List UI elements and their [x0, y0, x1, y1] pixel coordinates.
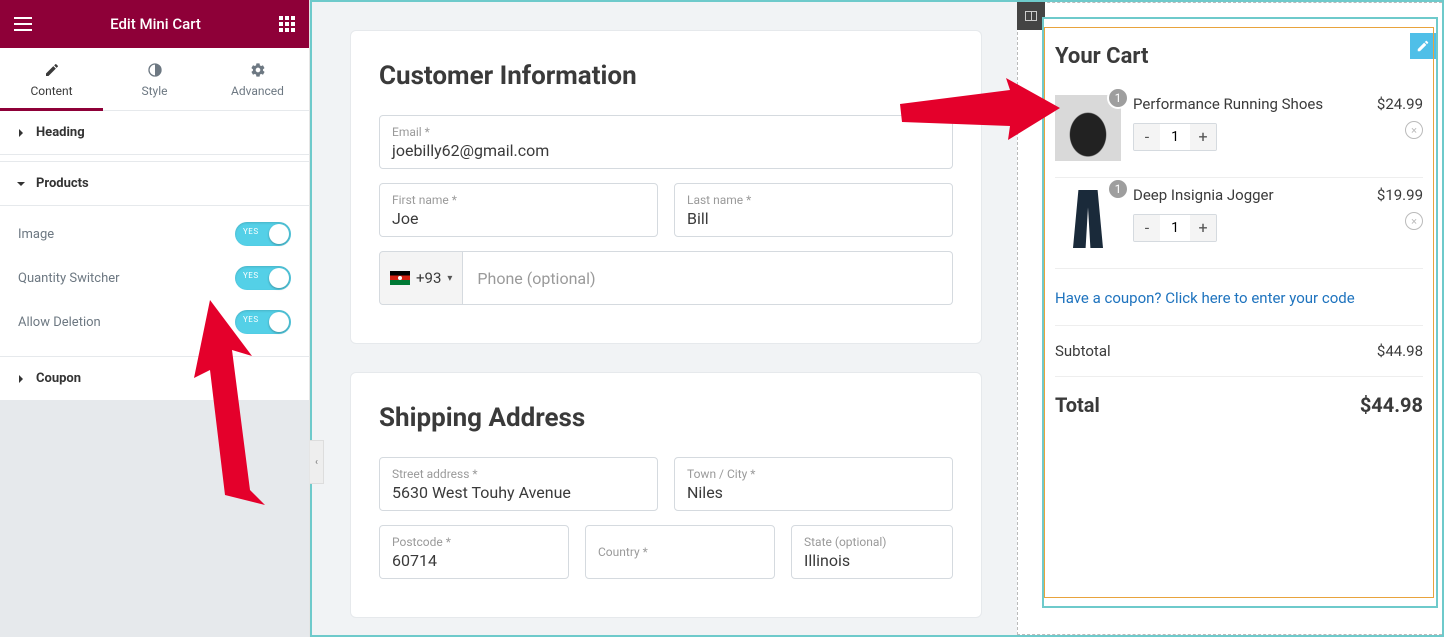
quantity-badge: 1	[1107, 178, 1129, 200]
qty-increase-button[interactable]: +	[1190, 215, 1216, 241]
control-quantity-switcher: Quantity Switcher YES	[0, 256, 309, 300]
section-coupon[interactable]: Coupon	[0, 356, 309, 401]
product-price: $24.99	[1377, 95, 1423, 113]
control-allow-deletion: Allow Deletion YES	[0, 300, 309, 344]
quantity-switcher: - 1 +	[1133, 123, 1217, 151]
qty-value: 1	[1160, 124, 1190, 150]
qty-value: 1	[1160, 215, 1190, 241]
collapse-panel-button[interactable]: ‹	[310, 440, 324, 484]
qty-decrease-button[interactable]: -	[1134, 215, 1160, 241]
tab-style[interactable]: Style	[103, 48, 206, 110]
panel-empty-area	[0, 401, 309, 637]
shipping-heading: Shipping Address	[379, 403, 953, 433]
town-city-field[interactable]: Town / City * Niles	[674, 457, 953, 511]
mini-cart-widget[interactable]: Your Cart 1 Performance Running Shoes -	[1044, 27, 1434, 598]
qty-decrease-button[interactable]: -	[1134, 124, 1160, 150]
customer-heading: Customer Information	[379, 61, 953, 91]
editor-panel: Edit Mini Cart Content Style Advanced He…	[0, 0, 310, 637]
remove-item-button[interactable]: ×	[1405, 212, 1423, 230]
email-field[interactable]: Email * joebilly62@gmail.com	[379, 115, 953, 169]
toggle-image[interactable]: YES	[235, 222, 291, 246]
shipping-address-card: Shipping Address Street address * 5630 W…	[350, 372, 982, 618]
total-row: Total $44.98	[1055, 377, 1423, 433]
product-price: $19.99	[1377, 186, 1423, 204]
section-products[interactable]: Products	[0, 161, 309, 206]
chevron-down-icon	[16, 179, 26, 189]
remove-item-button[interactable]: ×	[1405, 121, 1423, 139]
widgets-grid-icon[interactable]	[279, 16, 295, 32]
cart-title: Your Cart	[1055, 44, 1423, 69]
last-name-field[interactable]: Last name * Bill	[674, 183, 953, 237]
quantity-switcher: - 1 +	[1133, 214, 1217, 242]
qty-increase-button[interactable]: +	[1190, 124, 1216, 150]
toggle-allow-deletion[interactable]: YES	[235, 310, 291, 334]
postcode-field[interactable]: Postcode * 60714	[379, 525, 569, 579]
cart-item: 1 Performance Running Shoes - 1 +	[1055, 87, 1423, 178]
customer-information-card: Customer Information Email * joebilly62@…	[350, 30, 982, 344]
country-field[interactable]: Country *	[585, 525, 775, 579]
cart-item: 1 Deep Insignia Jogger - 1 +	[1055, 178, 1423, 269]
phone-field[interactable]: Phone (optional)	[463, 251, 953, 305]
product-name: Performance Running Shoes	[1133, 95, 1369, 115]
state-field[interactable]: State (optional) Illinois	[791, 525, 953, 579]
tab-content[interactable]: Content	[0, 48, 103, 110]
panel-title: Edit Mini Cart	[110, 15, 201, 33]
menu-icon[interactable]	[14, 17, 32, 31]
chevron-right-icon	[16, 374, 26, 384]
chevron-right-icon	[16, 128, 26, 138]
control-image: Image YES	[0, 212, 309, 256]
coupon-link[interactable]: Have a coupon? Click here to enter your …	[1055, 269, 1423, 326]
panel-header: Edit Mini Cart	[0, 0, 309, 48]
street-address-field[interactable]: Street address * 5630 West Touhy Avenue	[379, 457, 658, 511]
products-controls: Image YES Quantity Switcher YES Allow De…	[0, 206, 309, 350]
quantity-badge: 1	[1107, 87, 1129, 109]
tab-advanced[interactable]: Advanced	[206, 48, 309, 110]
section-heading[interactable]: Heading	[0, 111, 309, 155]
phone-country-selector[interactable]: +93 ▾	[379, 251, 463, 305]
panel-tabs: Content Style Advanced	[0, 48, 309, 111]
product-thumbnail: 1	[1055, 186, 1121, 252]
section-drag-handle-icon[interactable]	[1017, 2, 1045, 30]
toggle-quantity-switcher[interactable]: YES	[235, 266, 291, 290]
first-name-field[interactable]: First name * Joe	[379, 183, 658, 237]
preview-canvas: Customer Information Email * joebilly62@…	[310, 0, 1444, 637]
product-name: Deep Insignia Jogger	[1133, 186, 1369, 206]
flag-icon	[390, 271, 410, 285]
cart-section-wrapper: Your Cart 1 Performance Running Shoes -	[1017, 2, 1442, 635]
product-thumbnail: 1	[1055, 95, 1121, 161]
chevron-down-icon: ▾	[447, 273, 452, 284]
subtotal-row: Subtotal $44.98	[1055, 326, 1423, 377]
cart-column: Your Cart 1 Performance Running Shoes -	[1042, 17, 1438, 608]
